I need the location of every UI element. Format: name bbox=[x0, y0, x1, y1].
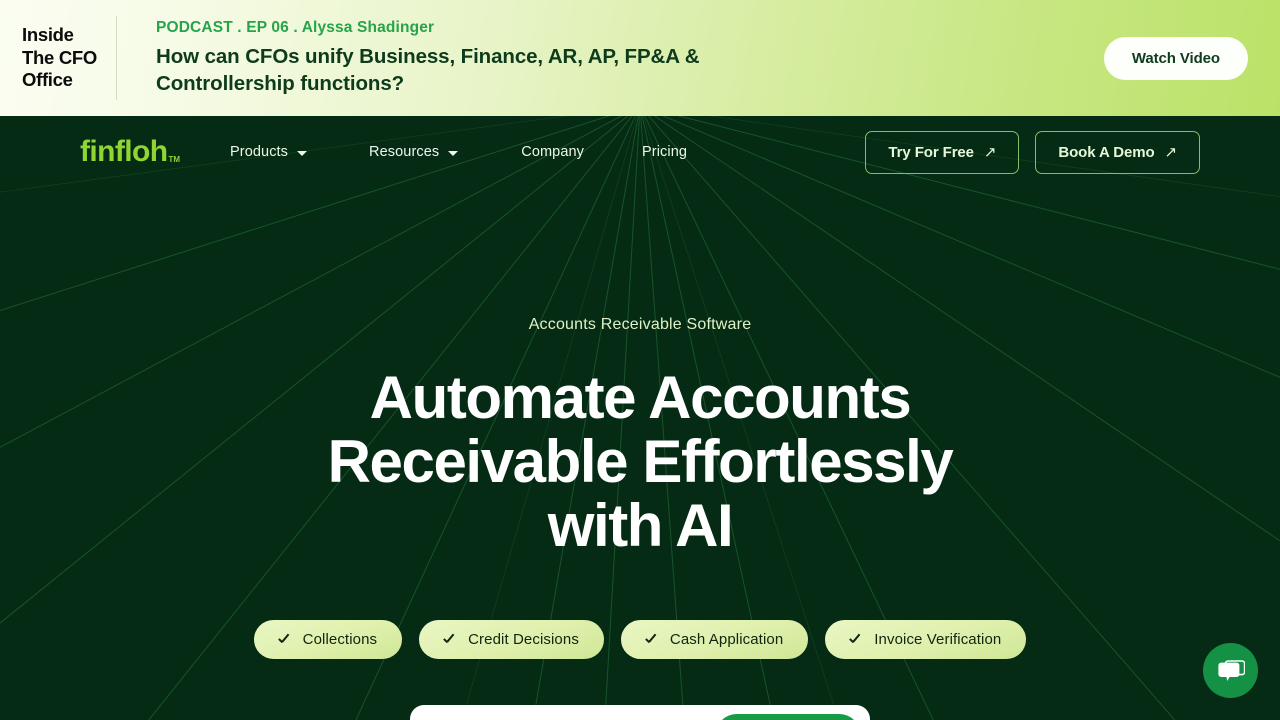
feature-pill-cash-application-label: Cash Application bbox=[669, 630, 784, 648]
watch-video-button[interactable]: Watch Video bbox=[1103, 36, 1248, 80]
check-icon bbox=[646, 633, 659, 646]
email-capture-form: Book a demo bbox=[410, 704, 870, 720]
podcast-promo-banner: Inside The CFO Office PODCAST . EP 06 . … bbox=[0, 0, 1280, 116]
hero-content: Accounts Receivable Software Automate Ac… bbox=[0, 188, 1280, 559]
check-icon bbox=[279, 633, 292, 646]
chat-widget-button[interactable] bbox=[1203, 643, 1258, 698]
hero-section: finfloh TM Products Resources Company Pr… bbox=[0, 116, 1280, 720]
arrow-up-right-icon: ↗ bbox=[1164, 143, 1178, 161]
book-a-demo-button[interactable]: Book A Demo ↗ bbox=[1035, 130, 1200, 174]
nav-item-products[interactable]: Products bbox=[230, 144, 308, 160]
finfloh-logo[interactable]: finfloh TM bbox=[80, 137, 180, 167]
arrow-up-right-icon: ↗ bbox=[983, 143, 997, 161]
hero-title-line-3: with AI bbox=[547, 492, 734, 560]
feature-pill-invoice-verification-label: Invoice Verification bbox=[874, 630, 1002, 648]
feature-pill-list: Collections Credit Decisions Cash Applic… bbox=[0, 619, 1280, 659]
nav-actions: Try For Free ↗ Book A Demo ↗ bbox=[865, 130, 1200, 174]
feature-pill-credit-decisions[interactable]: Credit Decisions bbox=[419, 619, 604, 659]
podcast-brand-line-2: The CFO bbox=[22, 46, 97, 68]
nav-item-resources-label: Resources bbox=[369, 144, 440, 160]
page-title: Automate Accounts Receivable Effortlessl… bbox=[0, 364, 1280, 560]
podcast-episode-meta: PODCAST . EP 06 . Alyssa Shadinger bbox=[156, 18, 435, 36]
chat-bubble-icon bbox=[1217, 659, 1245, 681]
feature-pill-cash-application[interactable]: Cash Application bbox=[620, 619, 809, 659]
book-a-demo-label: Book A Demo bbox=[1058, 143, 1155, 161]
feature-pill-credit-decisions-label: Credit Decisions bbox=[468, 630, 579, 648]
check-icon bbox=[850, 633, 863, 646]
business-email-input[interactable] bbox=[432, 704, 715, 720]
nav-item-products-label: Products bbox=[230, 144, 289, 160]
nav-item-resources[interactable]: Resources bbox=[369, 144, 459, 160]
chevron-down-icon bbox=[297, 150, 308, 156]
nav-links: Products Resources Company Pricing bbox=[220, 144, 865, 160]
finfloh-logo-text: finfloh bbox=[80, 135, 168, 168]
trademark-mark: TM bbox=[168, 155, 180, 164]
hero-title-line-1: Automate Accounts bbox=[369, 364, 912, 431]
hero-eyebrow: Accounts Receivable Software bbox=[528, 316, 752, 333]
podcast-cta-container: Watch Video bbox=[1103, 36, 1280, 80]
nav-item-pricing[interactable]: Pricing bbox=[642, 144, 687, 160]
try-for-free-button[interactable]: Try For Free ↗ bbox=[865, 130, 1020, 174]
check-icon bbox=[444, 633, 457, 646]
podcast-brand-line-3: Office bbox=[22, 69, 73, 91]
nav-item-company-label: Company bbox=[521, 144, 585, 160]
nav-item-pricing-label: Pricing bbox=[642, 144, 688, 160]
feature-pill-invoice-verification[interactable]: Invoice Verification bbox=[825, 619, 1027, 659]
book-a-demo-submit-button[interactable]: Book a demo bbox=[714, 713, 861, 720]
feature-pill-collections[interactable]: Collections bbox=[253, 619, 403, 659]
chevron-down-icon bbox=[448, 150, 459, 156]
podcast-brand-logo: Inside The CFO Office bbox=[0, 24, 116, 92]
podcast-brand-line-1: Inside bbox=[22, 24, 74, 46]
feature-pill-collections-label: Collections bbox=[302, 630, 378, 648]
hero-title-line-2: Receivable Effortlessly bbox=[327, 428, 954, 496]
try-for-free-label: Try For Free bbox=[888, 143, 974, 161]
podcast-banner-text: PODCAST . EP 06 . Alyssa Shadinger How c… bbox=[117, 19, 1104, 97]
main-navbar: finfloh TM Products Resources Company Pr… bbox=[0, 116, 1280, 188]
nav-item-company[interactable]: Company bbox=[521, 144, 584, 160]
podcast-episode-title: How can CFOs unify Business, Finance, AR… bbox=[156, 44, 700, 95]
